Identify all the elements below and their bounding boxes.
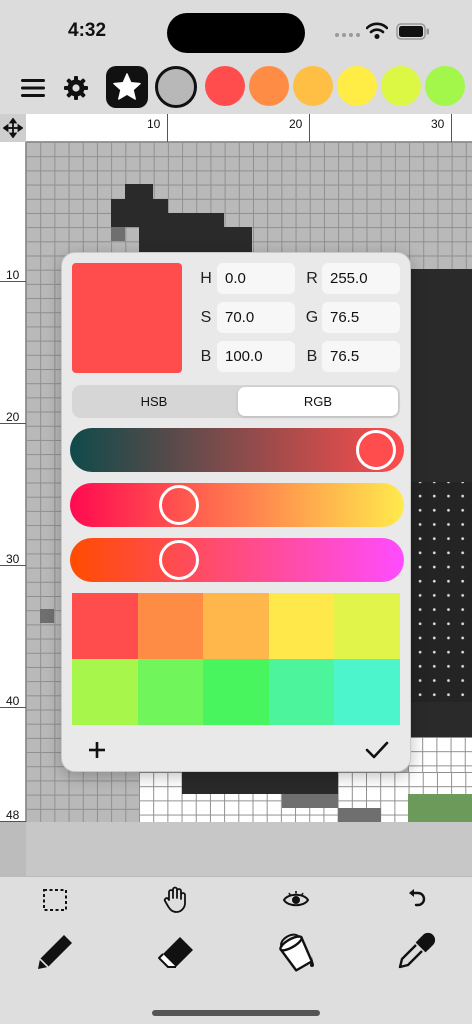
color-swatch[interactable]	[381, 66, 421, 106]
green-field[interactable]: 76.5	[322, 302, 400, 333]
red-slider[interactable]	[70, 428, 404, 472]
palette-cell[interactable]	[203, 593, 269, 659]
move-canvas-icon[interactable]	[0, 114, 26, 142]
eraser-tool[interactable]	[154, 929, 200, 975]
palette-cell[interactable]	[203, 659, 269, 725]
brightness-field[interactable]: 100.0	[217, 341, 295, 372]
bottom-toolbar	[0, 876, 472, 1024]
ruler-left-label: 20	[6, 410, 20, 424]
ruler-top-label: 30	[431, 117, 445, 131]
red-field[interactable]: 255.0	[322, 263, 400, 294]
mode-segmented-control: HSB RGB	[72, 385, 400, 418]
preview-tool[interactable]	[281, 885, 311, 915]
blue-slider[interactable]	[70, 538, 404, 582]
selection-tool[interactable]	[40, 885, 70, 915]
ruler-top: 10 20 30	[26, 114, 472, 142]
eye-icon	[282, 891, 310, 907]
green-slider[interactable]	[70, 483, 404, 527]
checkmark-icon	[365, 741, 389, 759]
color-swatch[interactable]	[425, 66, 465, 106]
color-swatch[interactable]	[337, 66, 377, 106]
palette-cell[interactable]	[137, 593, 204, 659]
hue-field[interactable]: 0.0	[217, 263, 295, 294]
rgb-mode-tab[interactable]: RGB	[238, 387, 398, 416]
ruler-top-label: 10	[147, 117, 161, 131]
hue-label: H	[200, 270, 212, 287]
palette-cell[interactable]	[72, 659, 138, 725]
saturation-field[interactable]: 70.0	[217, 302, 295, 333]
palette-cell[interactable]	[334, 659, 400, 725]
undo-button[interactable]	[402, 885, 432, 915]
fill-tool[interactable]	[273, 929, 319, 975]
ruler-left: 10 20 30 40 48	[0, 142, 26, 822]
dynamic-island	[167, 13, 305, 53]
wifi-icon	[366, 22, 388, 39]
current-color-swatch[interactable]	[155, 66, 197, 108]
undo-icon	[409, 889, 426, 907]
favorites-button[interactable]	[106, 66, 148, 108]
canvas-footer-strip	[0, 822, 472, 876]
gear-icon[interactable]	[62, 74, 90, 102]
saturation-label: S	[200, 309, 212, 326]
palette-grid	[72, 593, 400, 725]
blue-field[interactable]: 76.5	[322, 341, 400, 372]
menu-icon[interactable]	[20, 76, 46, 100]
slider-thumb[interactable]	[159, 540, 199, 580]
palette-cell[interactable]	[334, 593, 400, 659]
pencil-tool[interactable]	[32, 929, 78, 975]
color-swatch[interactable]	[205, 66, 245, 106]
star-icon	[113, 73, 141, 100]
hsb-mode-tab[interactable]: HSB	[74, 387, 234, 416]
blue-label: B	[306, 348, 318, 365]
ruler-left-label: 30	[6, 552, 20, 566]
battery-icon	[396, 23, 429, 40]
color-preview	[72, 263, 182, 373]
slider-thumb[interactable]	[356, 430, 397, 470]
ruler-top-label: 20	[289, 117, 303, 131]
palette-cell[interactable]	[137, 659, 204, 725]
pan-tool[interactable]	[160, 885, 190, 915]
signal-icon	[335, 33, 360, 37]
color-swatch[interactable]	[249, 66, 289, 106]
ruler-left-label: 10	[6, 268, 20, 282]
palette-cell[interactable]	[268, 593, 335, 659]
green-label: G	[305, 309, 319, 326]
home-indicator	[152, 1010, 320, 1016]
pencil-icon	[38, 935, 72, 969]
screen: 4:32 10 20 30 10 20 30 40 48 H 0.0 S 70.…	[0, 0, 472, 1024]
palette-cell[interactable]	[72, 593, 138, 659]
red-label: R	[306, 270, 318, 287]
brightness-label: B	[200, 348, 212, 365]
hand-icon	[163, 886, 186, 913]
status-time: 4:32	[68, 20, 107, 41]
eraser-icon	[158, 937, 193, 968]
slider-thumb[interactable]	[159, 485, 199, 525]
ruler-left-label: 48	[6, 808, 20, 822]
color-swatch[interactable]	[293, 66, 333, 106]
eyedropper-tool[interactable]	[394, 929, 440, 975]
color-picker-panel: H 0.0 S 70.0 B 100.0 R 255.0 G 76.5 B 76…	[61, 252, 411, 772]
paint-bucket-icon	[279, 933, 314, 972]
ruler-left-label: 40	[6, 694, 20, 708]
status-bar: 4:32	[0, 0, 472, 62]
eyedropper-icon	[398, 932, 436, 969]
dashed-select-icon	[43, 889, 67, 911]
palette-cell[interactable]	[268, 659, 335, 725]
top-toolbar	[0, 62, 472, 114]
confirm-button[interactable]	[362, 735, 392, 765]
plus-icon	[89, 742, 105, 758]
add-color-button[interactable]	[82, 735, 112, 765]
